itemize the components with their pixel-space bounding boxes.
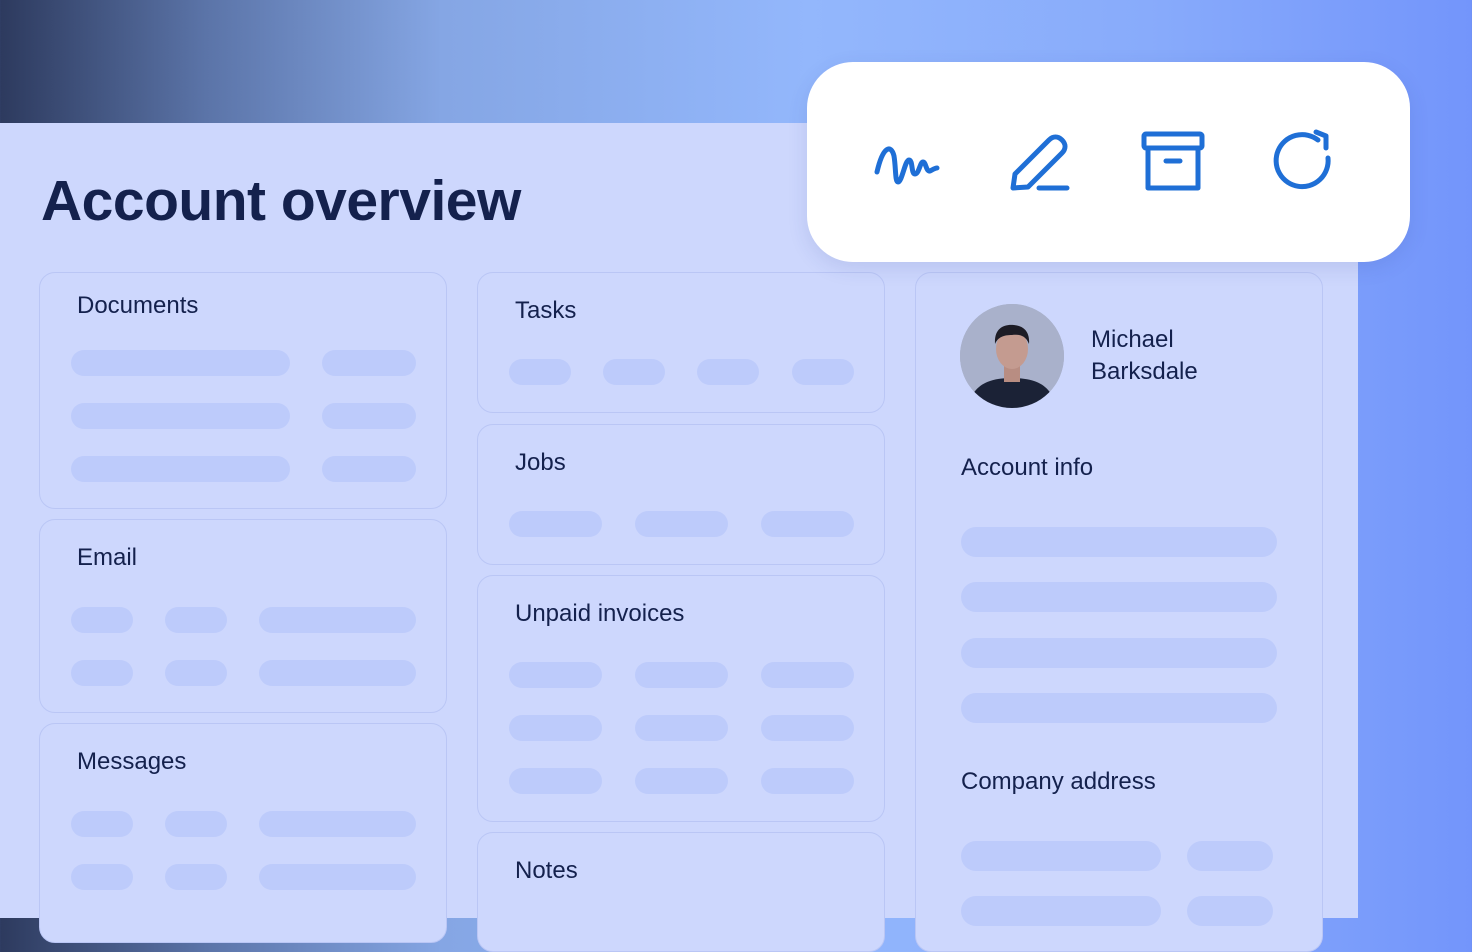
pencil-edit-icon: [1010, 134, 1070, 191]
placeholder-line: [71, 456, 290, 482]
action-toolbar: [807, 62, 1410, 262]
placeholder-line: [322, 403, 416, 429]
placeholder-line: [71, 350, 290, 376]
refresh-button[interactable]: [1266, 124, 1342, 200]
placeholder-line: [635, 662, 728, 688]
placeholder-line: [761, 511, 854, 537]
placeholder-line: [961, 582, 1277, 612]
placeholder-line: [509, 768, 602, 794]
placeholder-line: [792, 359, 854, 385]
placeholder-line: [509, 511, 602, 537]
messages-card[interactable]: Messages: [39, 723, 447, 943]
archive-box-icon: [1141, 131, 1205, 191]
placeholder-line: [259, 660, 416, 686]
placeholder-line: [71, 660, 133, 686]
profile-name: Michael Barksdale: [1091, 324, 1291, 388]
archive-button[interactable]: [1135, 124, 1211, 200]
tasks-card-title: Tasks: [515, 297, 577, 324]
profile-last-name: Barksdale: [1091, 358, 1198, 385]
placeholder-line: [259, 864, 416, 890]
placeholder-line: [165, 607, 227, 633]
signature-icon: [874, 146, 940, 185]
placeholder-line: [697, 359, 759, 385]
placeholder-line: [71, 811, 133, 837]
placeholder-line: [761, 715, 854, 741]
documents-card-title: Documents: [77, 292, 199, 319]
sign-button[interactable]: [869, 124, 945, 200]
placeholder-line: [165, 811, 227, 837]
jobs-card[interactable]: Jobs: [477, 424, 885, 565]
avatar[interactable]: [960, 304, 1064, 408]
placeholder-line: [259, 811, 416, 837]
company-address-title: Company address: [961, 768, 1156, 795]
placeholder-line: [71, 607, 133, 633]
placeholder-line: [1187, 896, 1273, 926]
refresh-icon: [1273, 129, 1331, 190]
placeholder-line: [509, 662, 602, 688]
placeholder-line: [603, 359, 665, 385]
placeholder-line: [71, 864, 133, 890]
edit-button[interactable]: [1001, 124, 1077, 200]
account-info-title: Account info: [961, 454, 1094, 481]
placeholder-line: [322, 456, 416, 482]
placeholder-line: [961, 896, 1161, 926]
placeholder-line: [961, 693, 1277, 723]
placeholder-line: [761, 662, 854, 688]
notes-card[interactable]: Notes: [477, 832, 885, 952]
unpaid-invoices-card-title: Unpaid invoices: [515, 600, 685, 627]
placeholder-line: [635, 511, 728, 537]
placeholder-line: [1187, 841, 1273, 871]
documents-card[interactable]: Documents: [39, 272, 447, 509]
placeholder-line: [761, 768, 854, 794]
jobs-card-title: Jobs: [515, 449, 566, 476]
placeholder-line: [635, 768, 728, 794]
placeholder-line: [961, 841, 1161, 871]
placeholder-line: [71, 403, 290, 429]
placeholder-line: [322, 350, 416, 376]
placeholder-line: [635, 715, 728, 741]
messages-card-title: Messages: [77, 748, 187, 775]
placeholder-line: [165, 660, 227, 686]
placeholder-line: [961, 527, 1277, 557]
placeholder-line: [961, 638, 1277, 668]
placeholder-line: [259, 607, 416, 633]
unpaid-invoices-card[interactable]: Unpaid invoices: [477, 575, 885, 822]
placeholder-line: [509, 715, 602, 741]
email-card-title: Email: [77, 544, 138, 571]
email-card[interactable]: Email: [39, 519, 447, 713]
avatar-portrait-icon: [960, 304, 1064, 408]
tasks-card[interactable]: Tasks: [477, 272, 885, 413]
notes-card-title: Notes: [515, 857, 578, 884]
placeholder-line: [165, 864, 227, 890]
page-title: Account overview: [41, 169, 521, 233]
profile-first-name: Michael: [1091, 326, 1174, 353]
placeholder-line: [509, 359, 571, 385]
